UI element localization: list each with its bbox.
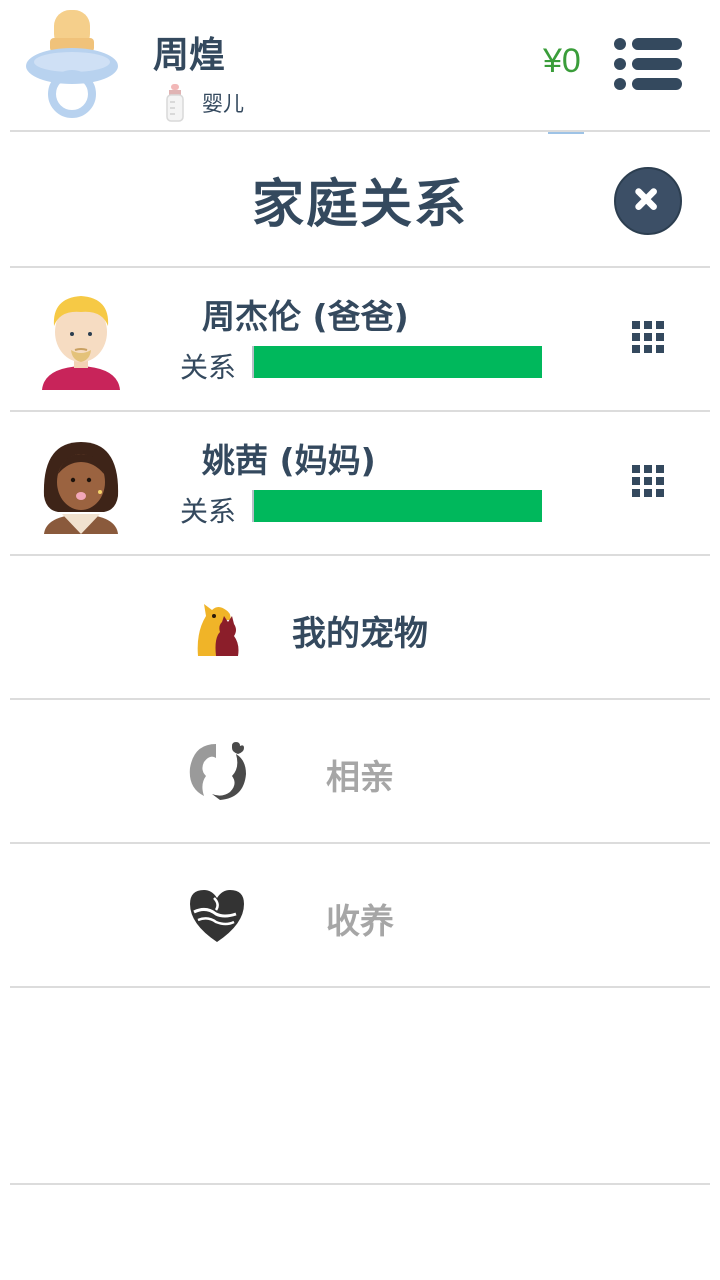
grid-handle-icon[interactable] bbox=[632, 321, 664, 353]
row-divider bbox=[10, 986, 710, 988]
relation-fill bbox=[254, 490, 542, 522]
section-title: 家庭关系 bbox=[251, 175, 468, 235]
money-balance: ¥0 bbox=[543, 42, 581, 80]
player-name: 周煌 bbox=[153, 35, 226, 76]
mother-avatar-icon bbox=[43, 442, 119, 534]
life-stage-label: 婴儿 bbox=[202, 92, 244, 116]
dating-button[interactable]: 相亲 bbox=[0, 700, 720, 843]
action-label: 收养 bbox=[326, 902, 394, 942]
father-avatar-icon bbox=[42, 296, 120, 390]
member-name: 姚茜 (妈妈) bbox=[202, 441, 376, 480]
action-label: 我的宠物 bbox=[292, 614, 428, 654]
baby-bottle-icon bbox=[166, 84, 184, 122]
menu-list-icon[interactable] bbox=[612, 36, 684, 92]
grid-handle-icon[interactable] bbox=[632, 465, 664, 497]
pacifier-icon bbox=[26, 10, 118, 118]
relation-label: 关系 bbox=[180, 495, 237, 528]
family-member-mother[interactable]: 姚茜 (妈妈) 关系 bbox=[0, 412, 720, 555]
relation-fill bbox=[254, 346, 542, 378]
close-button[interactable] bbox=[614, 167, 682, 235]
adoption-button[interactable]: 收养 bbox=[0, 844, 720, 987]
relation-label: 关系 bbox=[180, 351, 237, 384]
my-pet-button[interactable]: 我的宠物 bbox=[0, 556, 720, 699]
close-icon bbox=[635, 188, 657, 210]
relation-bar bbox=[252, 490, 542, 522]
life-stage: 婴儿 bbox=[164, 84, 244, 122]
member-name: 周杰伦 (爸爸) bbox=[202, 297, 409, 336]
header-divider bbox=[10, 130, 710, 132]
relation-bar bbox=[252, 346, 542, 378]
bottom-divider bbox=[10, 1183, 710, 1185]
action-label: 相亲 bbox=[326, 758, 394, 798]
header: 周煌 婴儿 ¥0 bbox=[0, 0, 720, 134]
family-member-father[interactable]: 周杰伦 (爸爸) 关系 bbox=[0, 268, 720, 411]
